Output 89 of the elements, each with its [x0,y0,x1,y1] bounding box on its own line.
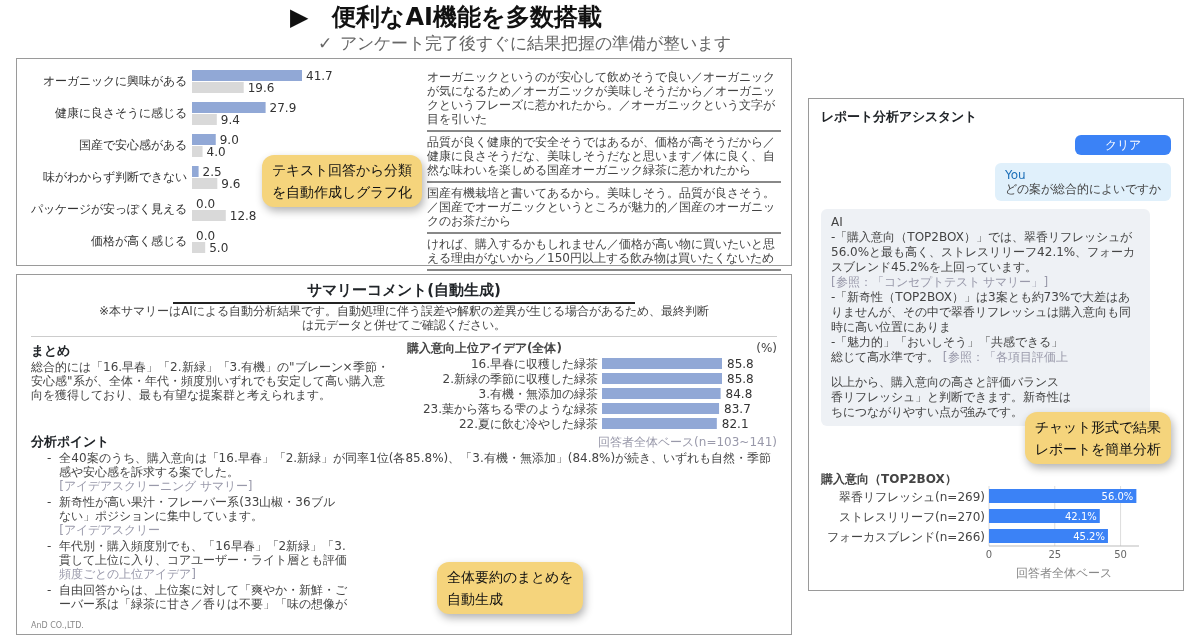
bar-value-label: 9.6 [221,177,241,191]
check-icon: ✓ [318,32,333,54]
subtitle: アンケート完了後すぐに結果把握の準備が整います [340,32,732,54]
bar-value-label: 82.1 [721,416,749,431]
tick-label: 50 [1114,548,1127,560]
play-icon: ▶ [290,2,309,32]
bar-value-label: 41.7 [306,69,333,83]
chart-title: 購入意向（TOP2BOX） [821,471,958,486]
point-text: 新奇性が高い果汁・フレーバー系(33山椒・36ブル [59,495,335,509]
category-label: 22.夏に飲む冷やした緑茶 [458,416,598,431]
bar-value-label: 84.8 [725,386,753,401]
tick-label: 0 [985,548,993,560]
bar-value-label: 0.0 [196,197,216,211]
category-label: 3.有機・無添加の緑茶 [478,386,598,401]
message-text: -「購入意向（TOP2BOX）」では、翠香リフレッシュが56.0%と最も高く、ストレスリリーフ42.1%、フォーカスブレンド45.2%を上回っています。 [831,229,1137,275]
note-text: ※本サマリーはAIによる自動分析結果です。自動処理に伴う誤差や解釈の差異が生じる場合があるため、最終判断は元データと併せてご確認ください。 [98,303,710,332]
callout: 全体要約のまとめを 自動生成 [437,562,583,614]
bar-value-label: 83.7 [724,401,751,416]
category-label: パッケージが安っぽく見える [31,202,187,216]
bar-value-label: 2.5 [202,165,222,179]
bar-value-label: 56.0% [1101,490,1134,502]
callout: テキスト回答から分類 を自動作成しグラフ化 [262,155,422,207]
unit-label: (%) [756,340,777,355]
point-text: 貫して上位に入り、コアユーザー・ライト層とも評価 [59,553,348,567]
axis-title: 回答者全体ベース [1016,565,1112,580]
message-text: 香リフレッシュ」と判断できます。新奇性は [831,389,1071,404]
tick-label: 25 [1048,548,1062,560]
bar-value-label: 85.8 [727,371,754,386]
sender-label: You [1005,167,1027,182]
bar-value-label: 42.1% [1065,510,1097,522]
comment-text: オーガニックというのが安心して飲めそうで良い／オーガニックが気になるため／オーガニックが美味しそうだから／オーガニックというフレーズに惹かれたから。／オーガニックという文字が目を引いた [427,67,781,132]
section-heading: まとめ [31,341,71,360]
point-text: ない」ポジションに集中しています。 [59,509,265,523]
category-label: オーガニックに興味がある [43,74,187,88]
reference-text: [アイデアスクリー [59,523,161,537]
bullet-icon: - [47,539,52,581]
bar-value-label: 4.0 [206,145,226,159]
message-text: -「魅力的」「おいしそう」「共感できる」 [831,334,1064,349]
bar-value-label: 45.2% [1073,530,1105,542]
bar-value-label: 19.6 [247,81,275,95]
category-label: フォーカスブレンド(n=266) [827,529,985,544]
category-label: 国産で安心感がある [79,138,187,152]
message-text: どの案が総合的によいですか [1005,181,1161,196]
bar-value-label: 27.9 [269,101,297,115]
callout: チャット形式で結果 レポートを簡単分析 [1025,411,1171,464]
point-text: 年代別・購入頻度別でも、「16早春」「2新緑」「3. [59,539,347,553]
category-label: 価格が高く感じる [91,234,187,248]
bullet-icon: - [47,495,52,537]
clear-button[interactable]: クリア [1075,134,1171,155]
message-text: 総じて高水準です。 [831,349,939,364]
footer-text: AnD CO.,LTD. [31,620,85,632]
summary-text: 総合的には「16.早春」「2.新緑」「3.有機」の"ブレーン×季節・安心感"系が、全体・年代・頻度別いずれでも安定して高い購入意向を獲得しており、最も有望な提案群と考えられます。 [31,360,390,402]
chart-bar [192,242,206,253]
point-text: ーバー系は「緑茶に甘さ／香りは不要」「味の想像が [59,597,348,611]
bullet-icon: - [47,451,52,493]
reference-text: [参照：「コンセプトテスト サマリー」] [831,274,1049,289]
bar-value-label: 5.0 [209,241,229,255]
bullet-icon: - [47,583,52,611]
message-text: ちにつながりやすい点が強みです。 [831,404,1023,419]
category-label: 16.早春に収穫した緑茶 [470,356,598,371]
chart-bar [192,210,226,221]
category-label: 23.葉から落ちる雫のような緑茶 [422,401,598,416]
summary-title: サマリーコメント(自動生成) [172,279,636,304]
bar-value-label: 85.8 [727,356,754,371]
category-label: ストレスリリーフ(n=270) [839,509,985,524]
panel-title: レポート分析アシスタント [821,108,978,127]
point-text: 全40案のうち、購入意向は「16.早春」「2.新緑」が同率1位(各85.8%)、「3.有機・無添加」(84.8%)が続き、いずれも自然・季節感や安心感を訴求する案でした。 [59,451,773,479]
bar-value-label: 9.0 [219,133,239,147]
category-label: 翠香リフレッシュ(n=269) [839,489,985,504]
comment-text: 国産有機栽培と書いてあるから。美味しそう。品質が良さそう。／国産でオーガニックというところが魅力的／国産のオーガニックのお茶だから [427,183,781,234]
page-title: 便利なAI機能を多数搭載 [332,2,602,32]
reference-text: 頻度ごとの上位アイデア] [59,567,197,581]
category-label: 2.新緑の季節に収穫した緑茶 [442,371,598,386]
message-text: -「新奇性（TOP2BOX）」は3案とも約73%で大差はありませんが、その中で翠香リフレッシュは購入意向も同時に高い位置にありま [831,289,1131,334]
chart-title: 購入意向上位アイデア(全体) [407,340,562,355]
sender-label: AI [831,214,844,230]
reference-text: [アイデアスクリーニング サマリー] [59,479,253,493]
reference-text: [参照：「各項目評価上 [942,349,1068,364]
base-note: 回答者全体ベース(n=103~141) [598,434,777,451]
category-label: 健康に良さそうに感じる [55,106,187,120]
bar-value-label: 0.0 [196,229,216,243]
section-heading: 分析ポイント [31,432,109,451]
message-text: 以上から、購入意向の高さと評価バランス [831,374,1059,389]
category-label: 味がわからず判断できない [43,170,187,184]
comment-text: 品質が良く健康的で安全そうではあるが、価格が高そうだから／健康に良さそうだな、美味しそうだなと思います／体に良く、自然な味わいを楽しめる国産オーガニック緑茶に惹かれたから [427,132,781,183]
bar-value-label: 12.8 [229,209,257,223]
comment-text: ければ、購入するかもしれません／価格が高い物に買いたいと思える理由がないから／150円以上する飲み物は買いたくないため [427,234,781,271]
point-text: 自由回答からは、上位案に対して「爽やか・新鮮・ご [59,583,348,597]
bar-value-label: 9.4 [220,113,240,127]
